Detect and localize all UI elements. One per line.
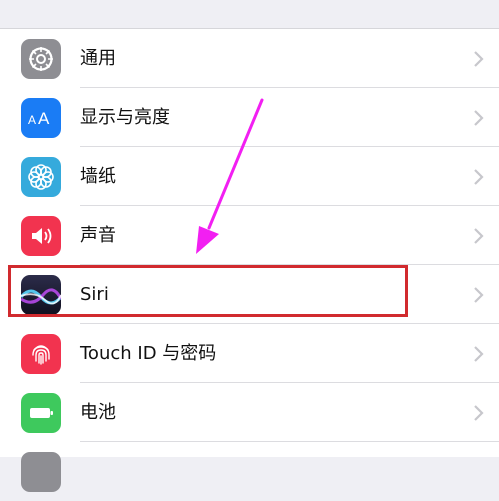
chevron-right-icon — [474, 110, 484, 126]
settings-row-label: 声音 — [80, 225, 116, 246]
settings-row-wallpaper[interactable]: 墙纸 — [0, 147, 499, 206]
chevron-right-icon — [474, 287, 484, 303]
settings-row-label: 电池 — [80, 402, 116, 423]
chevron-right-icon — [474, 346, 484, 362]
settings-row-label: Touch ID 与密码 — [80, 343, 217, 364]
gear-icon — [21, 39, 61, 79]
settings-row-siri[interactable]: Siri — [0, 265, 499, 324]
speaker-icon — [21, 216, 61, 256]
settings-row-label: 墙纸 — [80, 166, 116, 187]
settings-row-battery[interactable]: 电池 — [0, 383, 499, 442]
settings-row-touch-id-passcode[interactable]: Touch ID 与密码 — [0, 324, 499, 383]
text-size-icon: A A — [21, 98, 61, 138]
flower-icon — [21, 157, 61, 197]
settings-row-sounds[interactable]: 声音 — [0, 206, 499, 265]
settings-list: 通用 A A 显示与亮度 墙纸 声音 Siri Touch ID 与密码 电池 — [0, 28, 499, 492]
battery-icon — [21, 393, 61, 433]
settings-row-label: Siri — [80, 284, 109, 305]
siri-icon — [21, 275, 61, 315]
chevron-right-icon — [474, 228, 484, 244]
chevron-right-icon — [474, 405, 484, 421]
top-spacer — [0, 0, 499, 28]
chevron-right-icon — [474, 51, 484, 67]
settings-row-general[interactable]: 通用 — [0, 29, 499, 88]
fingerprint-icon — [21, 334, 61, 374]
svg-text:A: A — [38, 109, 50, 128]
chevron-right-icon — [474, 169, 484, 185]
settings-row-display-brightness[interactable]: A A 显示与亮度 — [0, 88, 499, 147]
svg-text:A: A — [28, 113, 36, 127]
app-icon — [21, 452, 61, 492]
settings-row-partial[interactable] — [0, 442, 499, 501]
settings-row-label: 显示与亮度 — [80, 107, 170, 128]
settings-row-label: 通用 — [80, 48, 116, 69]
